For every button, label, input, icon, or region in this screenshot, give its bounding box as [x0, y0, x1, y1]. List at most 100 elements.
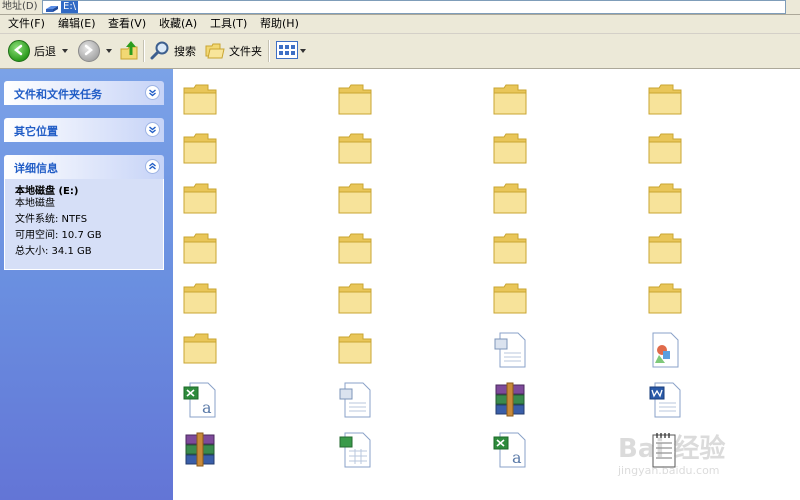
total-size: 总大小: 34.1 GB	[15, 246, 92, 257]
file-item[interactable]	[337, 82, 381, 122]
file-item[interactable]	[647, 131, 691, 171]
search-icon	[150, 40, 170, 63]
folder-icon	[647, 281, 691, 315]
document-icon	[492, 331, 536, 369]
folder-icon	[492, 82, 536, 116]
drive-name: 本地磁盘 (E:)	[15, 186, 79, 197]
folder-icon	[337, 82, 381, 116]
file-item[interactable]	[182, 131, 226, 171]
folder-icon	[492, 281, 536, 315]
back-button[interactable]: 后退	[8, 34, 68, 68]
up-folder-button[interactable]	[119, 34, 141, 68]
file-item[interactable]	[337, 281, 381, 321]
file-item[interactable]: a	[492, 431, 536, 471]
panel-title: 其它位置	[14, 125, 58, 138]
views-dropdown-icon[interactable]	[300, 49, 306, 53]
task-pane: 文件和文件夹任务 其它位置 详细信息 本地磁盘 (E:) 本地磁盘 文件系统: …	[0, 69, 173, 500]
folders-icon	[205, 40, 225, 63]
file-item[interactable]	[647, 331, 691, 371]
folder-icon	[337, 281, 381, 315]
folder-icon	[492, 131, 536, 165]
file-item[interactable]	[337, 231, 381, 271]
menu-file[interactable]: 文件(F)	[8, 17, 45, 31]
watermark-main: Bai 经验	[618, 434, 726, 464]
menu-edit[interactable]: 编辑(E)	[58, 17, 96, 31]
panel-title: 详细信息	[14, 162, 58, 175]
folder-icon	[182, 281, 226, 315]
watermark-sub: jingyan.baidu.com	[618, 464, 720, 477]
svg-text:a: a	[202, 398, 212, 417]
chevron-down-icon[interactable]	[145, 122, 160, 137]
folder-icon	[647, 131, 691, 165]
toolbar: 后退 搜索 文件夹	[0, 34, 800, 69]
file-item[interactable]	[337, 131, 381, 171]
file-item[interactable]	[492, 281, 536, 321]
folder-icon	[337, 131, 381, 165]
file-item[interactable]	[647, 181, 691, 221]
folders-button[interactable]: 文件夹	[205, 34, 262, 68]
file-item[interactable]	[647, 231, 691, 271]
file-item[interactable]	[337, 181, 381, 221]
forward-dropdown-icon[interactable]	[106, 49, 112, 53]
file-item[interactable]	[337, 431, 381, 471]
panel-file-folder-tasks[interactable]: 文件和文件夹任务	[4, 81, 164, 105]
file-item[interactable]	[182, 431, 226, 471]
views-icon	[276, 40, 298, 62]
chevron-down-icon[interactable]	[145, 85, 160, 100]
file-item[interactable]	[492, 181, 536, 221]
file-system: 文件系统: NTFS	[15, 214, 88, 225]
file-item[interactable]	[647, 281, 691, 321]
menu-help[interactable]: 帮助(H)	[260, 17, 299, 31]
folder-icon	[492, 181, 536, 215]
menu-view[interactable]: 查看(V)	[108, 17, 146, 31]
file-item[interactable]	[182, 281, 226, 321]
file-item[interactable]	[182, 82, 226, 122]
document-icon	[337, 381, 381, 419]
address-text: E:\	[61, 1, 79, 13]
file-item[interactable]	[337, 381, 381, 421]
file-item[interactable]	[492, 231, 536, 271]
address-bar: 地址(D) E:\	[0, 0, 800, 15]
panel-other-places[interactable]: 其它位置	[4, 118, 164, 142]
file-item[interactable]	[647, 82, 691, 122]
folder-icon	[647, 231, 691, 265]
folder-icon	[182, 181, 226, 215]
folder-icon	[492, 231, 536, 265]
file-item[interactable]	[182, 181, 226, 221]
spreadsheet-document-icon	[337, 431, 381, 469]
back-dropdown-icon[interactable]	[62, 49, 68, 53]
file-item[interactable]	[182, 231, 226, 271]
folder-icon	[337, 331, 381, 365]
folders-label: 文件夹	[229, 45, 262, 58]
file-item[interactable]	[492, 331, 536, 371]
file-item[interactable]	[337, 331, 381, 371]
folder-icon	[182, 231, 226, 265]
file-item[interactable]	[647, 381, 691, 421]
forward-button[interactable]	[78, 34, 112, 68]
file-item[interactable]	[492, 131, 536, 171]
folder-icon	[182, 131, 226, 165]
menu-bar: 文件(F) 编辑(E) 查看(V) 收藏(A) 工具(T) 帮助(H)	[0, 15, 800, 34]
file-item[interactable]	[492, 82, 536, 122]
excel-file-icon: a	[492, 431, 536, 469]
file-item[interactable]	[492, 381, 536, 421]
menu-tools[interactable]: 工具(T)	[210, 17, 247, 31]
excel-file-icon: a	[182, 381, 226, 419]
word-document-icon	[647, 381, 691, 419]
panel-details[interactable]: 详细信息	[4, 155, 164, 179]
menu-favorites[interactable]: 收藏(A)	[159, 17, 197, 31]
folder-icon	[182, 82, 226, 116]
file-item[interactable]: a	[182, 381, 226, 421]
watermark: Bai 经验 jingyan.baidu.com	[618, 428, 794, 492]
chevron-up-icon[interactable]	[145, 159, 160, 174]
folder-icon	[337, 181, 381, 215]
winrar-archive-icon	[492, 381, 536, 419]
address-input[interactable]: E:\	[42, 0, 786, 14]
drive-type: 本地磁盘	[15, 198, 55, 209]
search-button[interactable]: 搜索	[150, 34, 196, 68]
views-button[interactable]	[276, 34, 306, 68]
svg-text:a: a	[512, 448, 522, 467]
file-item[interactable]	[182, 331, 226, 371]
folder-icon	[647, 181, 691, 215]
toolbar-separator	[143, 40, 145, 62]
